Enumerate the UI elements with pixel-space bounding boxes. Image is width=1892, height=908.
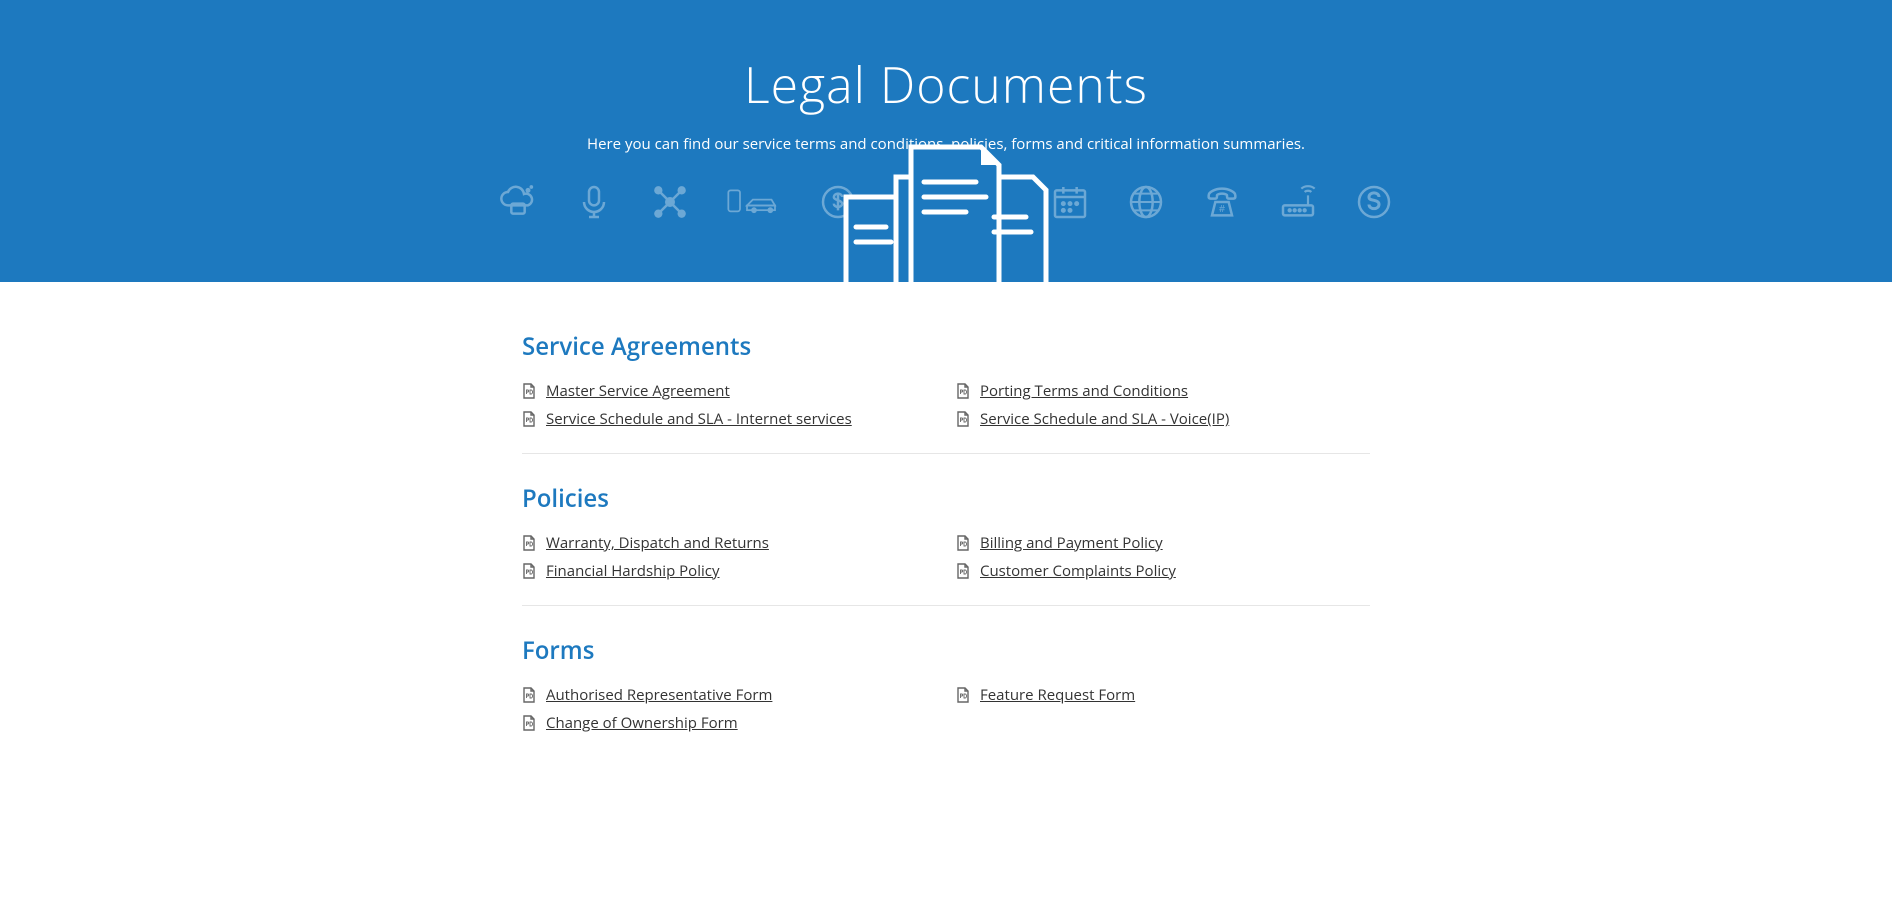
document-link[interactable]: Master Service Agreement xyxy=(546,381,730,401)
section-forms: Forms Authorised Representative Form Featu… xyxy=(522,634,1370,757)
document-link[interactable]: Service Schedule and SLA - Voice(IP) xyxy=(980,409,1229,429)
section-heading: Forms xyxy=(522,634,1370,667)
pdf-file-icon xyxy=(522,411,536,427)
link-grid: Warranty, Dispatch and Returns Billing an… xyxy=(522,533,1370,581)
hero-banner: Legal Documents Here you can find our se… xyxy=(0,0,1892,282)
document-link[interactable]: Warranty, Dispatch and Returns xyxy=(546,533,769,553)
pdf-file-icon xyxy=(956,383,970,399)
document-link-item: Service Schedule and SLA - Internet serv… xyxy=(522,409,936,429)
mobile-car-icon xyxy=(726,182,782,227)
svg-text:#: # xyxy=(1219,201,1226,215)
document-link-item: Porting Terms and Conditions xyxy=(956,381,1370,401)
section-heading: Policies xyxy=(522,482,1370,515)
section-policies: Policies Warranty, Dispatch and Returns Bi… xyxy=(522,482,1370,606)
documents-illustration xyxy=(826,137,1066,282)
link-grid: Authorised Representative Form Feature Re… xyxy=(522,685,1370,733)
skype-icon xyxy=(1354,182,1394,227)
document-link[interactable]: Service Schedule and SLA - Internet serv… xyxy=(546,409,852,429)
document-link-item: Warranty, Dispatch and Returns xyxy=(522,533,936,553)
document-link-item: Billing and Payment Policy xyxy=(956,533,1370,553)
pdf-file-icon xyxy=(956,563,970,579)
document-link-item: Financial Hardship Policy xyxy=(522,561,936,581)
document-link-item: Service Schedule and SLA - Voice(IP) xyxy=(956,409,1370,429)
microphone-icon xyxy=(574,182,614,227)
pdf-file-icon xyxy=(956,411,970,427)
document-link[interactable]: Financial Hardship Policy xyxy=(546,561,719,581)
document-link-item: Authorised Representative Form xyxy=(522,685,936,705)
router-icon xyxy=(1278,182,1318,227)
pdf-file-icon xyxy=(522,563,536,579)
document-link-item: Change of Ownership Form xyxy=(522,713,936,733)
old-phone-icon: # xyxy=(1202,182,1242,227)
pdf-file-icon xyxy=(522,535,536,551)
document-link[interactable]: Change of Ownership Form xyxy=(546,713,738,733)
network-icon xyxy=(650,182,690,227)
document-link[interactable]: Feature Request Form xyxy=(980,685,1135,705)
document-link[interactable]: Porting Terms and Conditions xyxy=(980,381,1188,401)
document-link-item: Customer Complaints Policy xyxy=(956,561,1370,581)
pdf-file-icon xyxy=(956,687,970,703)
document-link[interactable]: Customer Complaints Policy xyxy=(980,561,1176,581)
pdf-file-icon xyxy=(956,535,970,551)
page-title: Legal Documents xyxy=(20,50,1872,118)
document-link-item: Master Service Agreement xyxy=(522,381,936,401)
globe-icon xyxy=(1126,182,1166,227)
cloud-phone-icon xyxy=(498,182,538,227)
document-link[interactable]: Authorised Representative Form xyxy=(546,685,772,705)
link-grid: Master Service Agreement Porting Terms an… xyxy=(522,381,1370,429)
main-content: Service Agreements Master Service Agreeme… xyxy=(522,282,1370,825)
pdf-file-icon xyxy=(522,383,536,399)
document-link-item: Feature Request Form xyxy=(956,685,1370,705)
document-link[interactable]: Billing and Payment Policy xyxy=(980,533,1163,553)
section-service-agreements: Service Agreements Master Service Agreeme… xyxy=(522,330,1370,454)
section-heading: Service Agreements xyxy=(522,330,1370,363)
pdf-file-icon xyxy=(522,687,536,703)
pdf-file-icon xyxy=(522,715,536,731)
